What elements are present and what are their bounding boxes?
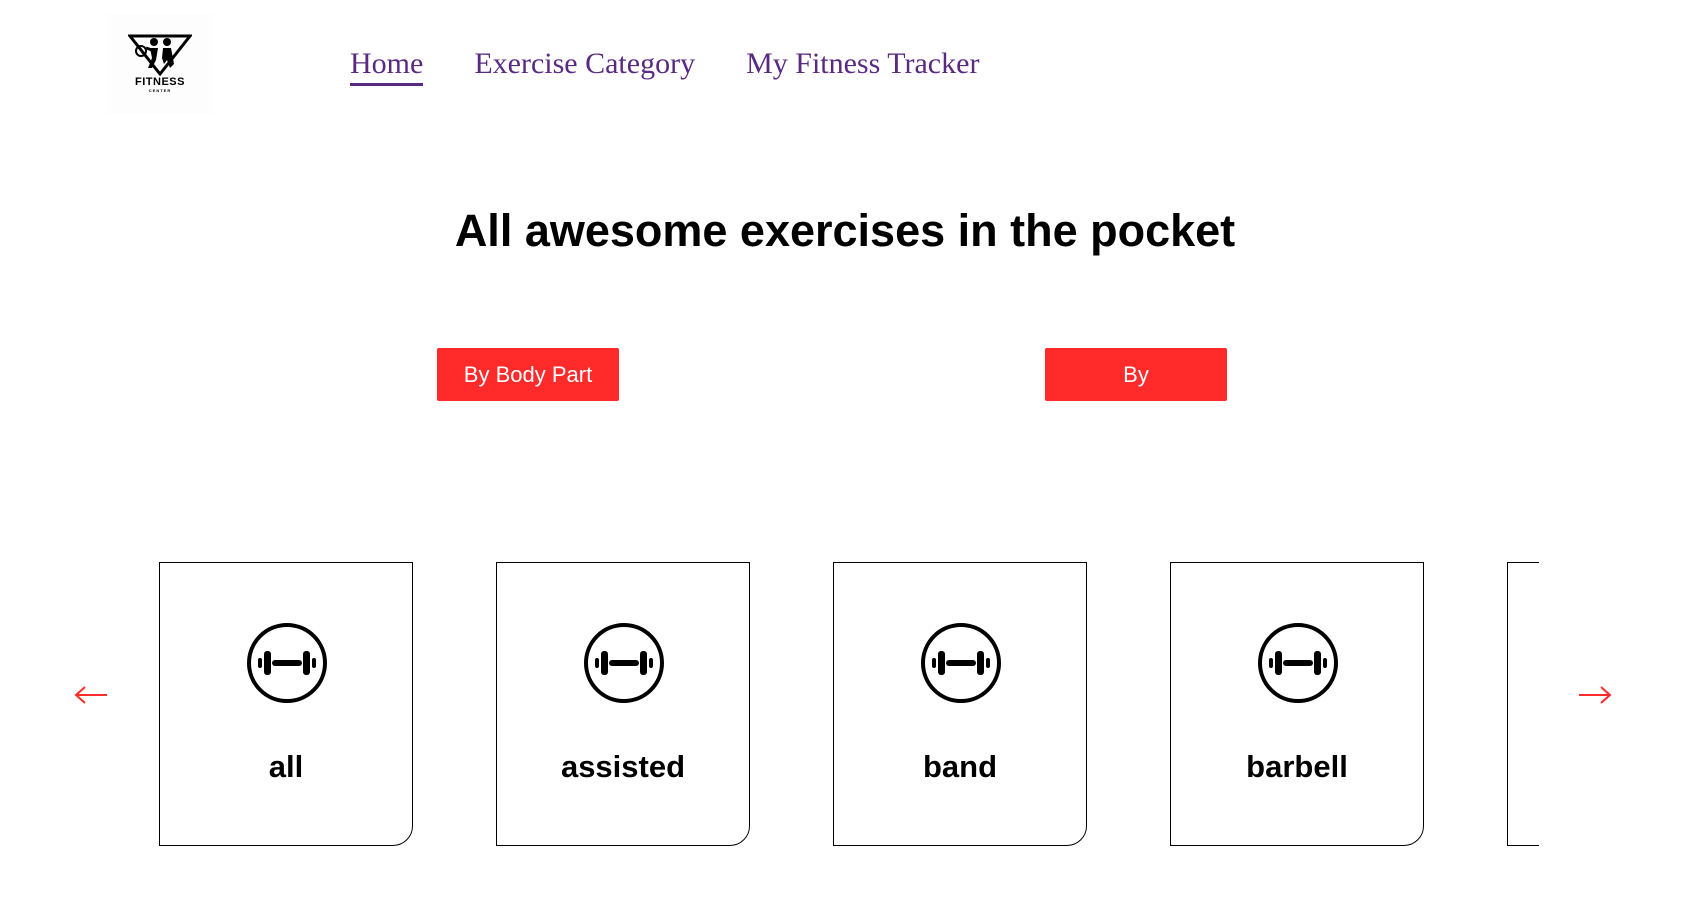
main-nav: Home Exercise Category My Fitness Tracke… [350,46,979,86]
dumbbell-icon [246,622,328,704]
dumbbell-icon [1257,622,1339,704]
dumbbell-icon [583,622,665,704]
arrow-right-icon [1579,686,1612,704]
by-equipment-button[interactable]: By Equipment [1045,348,1227,440]
nav-home-link[interactable]: Home [350,46,424,86]
category-label: barbell [1246,749,1348,784]
fitness-center-logo[interactable]: FITNESS CENTER [108,14,212,114]
category-carousel[interactable]: all assisted band barbell [159,562,1539,848]
carousel-prev-button[interactable] [71,680,111,710]
category-card-partial[interactable] [1507,562,1539,846]
arrow-left-icon [74,686,107,704]
fitness-logo-icon [128,34,192,76]
page-title: All awesome exercises in the pocket [454,205,1236,256]
category-card-barbell[interactable]: barbell [1170,562,1424,846]
nav-fitness-tracker-link[interactable]: My Fitness Tracker [746,46,979,86]
dumbbell-icon [920,622,1002,704]
carousel-next-button[interactable] [1575,680,1615,710]
category-card-assisted[interactable]: assisted [496,562,750,846]
logo-subtext: CENTER [148,88,172,93]
category-label: all [268,749,304,784]
nav-exercise-category-link[interactable]: Exercise Category [474,46,695,86]
category-label: assisted [560,749,686,784]
category-card-all[interactable]: all [159,562,413,846]
category-card-band[interactable]: band [833,562,1087,846]
by-body-part-button[interactable]: By Body Part [437,348,619,401]
logo-wordmark: FITNESS [135,76,185,88]
category-label: band [922,749,998,784]
